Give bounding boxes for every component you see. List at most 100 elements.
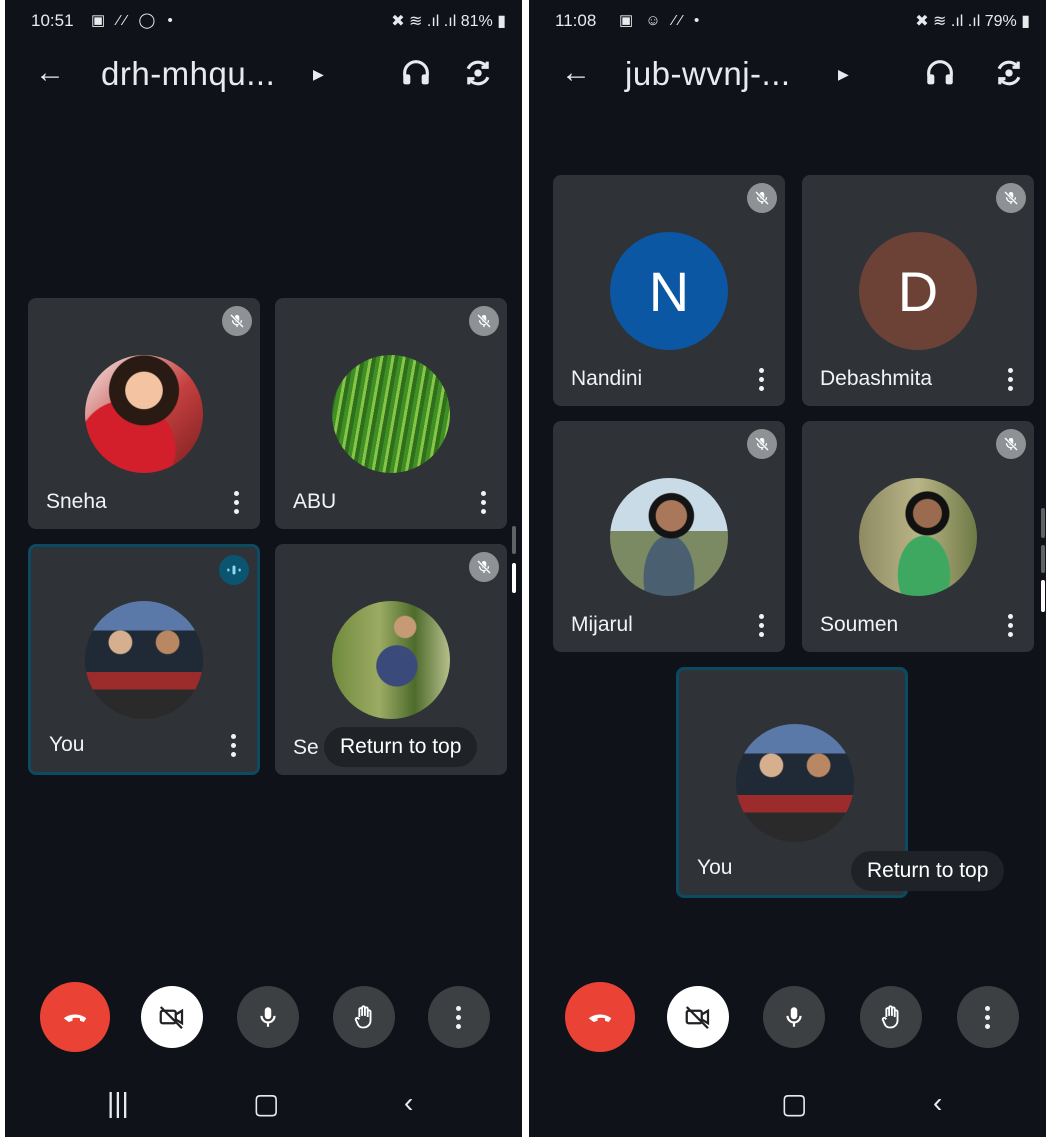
avatar-photo [859, 478, 977, 596]
speaking-indicator-icon [219, 555, 249, 585]
hang-up-icon [588, 1014, 612, 1022]
battery-icon: ▮ [497, 13, 506, 30]
status-bar: 11:08 ▣ ☺ ⁄⁄ • ✖ ≋ .ıl .ıl 79% ▮ [529, 0, 1046, 44]
mic-icon [260, 1007, 276, 1027]
left-screen: 10:51 ▣ ⁄⁄ ◯ • ✖ ≋ .ıl .ıl 81% ▮ ← drh-m… [5, 0, 522, 1137]
microphone-button[interactable] [763, 986, 825, 1048]
microphone-button[interactable] [237, 986, 299, 1048]
system-nav-bar: ||| ▢ ‹ [5, 1077, 522, 1137]
more-options-icon[interactable] [231, 734, 237, 758]
mute-status-icon: ✖ [391, 13, 405, 30]
status-right: ✖ ≋ .ıl .ıl 81% ▮ [391, 11, 506, 31]
participant-name: You [49, 733, 85, 756]
chevron-right-icon[interactable]: ▶ [313, 66, 324, 83]
hand-icon [881, 1005, 899, 1029]
back-arrow-icon[interactable]: ← [35, 56, 65, 90]
participant-tile-soumen[interactable]: Soumen [802, 421, 1034, 652]
back-arrow-icon[interactable]: ← [561, 56, 591, 90]
meeting-title[interactable]: drh-mhqu... [101, 54, 275, 94]
recents-icon[interactable]: ||| [107, 1087, 129, 1119]
wifi-icon: ≋ [409, 13, 423, 30]
participant-tile-nandini[interactable]: N Nandini [553, 175, 785, 406]
scrollbar-thumb[interactable] [512, 563, 516, 593]
participant-tile-sneha[interactable]: Sneha [28, 298, 260, 529]
participant-name: Debashmita [820, 367, 933, 390]
avatar-photo [332, 601, 450, 719]
switch-camera-icon[interactable] [461, 56, 495, 90]
switch-camera-icon[interactable] [992, 56, 1026, 90]
participant-name: Sneha [46, 490, 107, 513]
notification-icons: ▣ ⁄⁄ ◯ • [91, 12, 177, 29]
avatar-photo [85, 601, 203, 719]
hang-up-icon [63, 1014, 87, 1022]
scrollbar-thumb[interactable] [1041, 580, 1045, 612]
avatar-initial: D [859, 232, 977, 350]
status-time: 10:51 [31, 11, 74, 30]
participant-name: Se [293, 736, 319, 759]
right-screen: 11:08 ▣ ☺ ⁄⁄ • ✖ ≋ .ıl .ıl 79% ▮ ← jub-w… [529, 0, 1046, 1137]
avatar-photo [85, 355, 203, 473]
participant-name: Nandini [571, 367, 643, 390]
back-nav-icon[interactable]: ‹ [933, 1087, 942, 1119]
avatar-photo [610, 478, 728, 596]
more-options-icon[interactable] [759, 614, 765, 638]
more-vert-icon [456, 1006, 462, 1029]
signal-icon: .ıl .ıl [950, 13, 981, 30]
status-bar: 10:51 ▣ ⁄⁄ ◯ • ✖ ≋ .ıl .ıl 81% ▮ [5, 0, 522, 44]
battery-percent: 81% [460, 13, 493, 30]
participant-tile-mijarul[interactable]: Mijarul [553, 421, 785, 652]
more-options-icon[interactable] [1008, 614, 1014, 638]
home-icon[interactable]: ▢ [253, 1087, 279, 1120]
participant-tile-abu[interactable]: ABU [275, 298, 507, 529]
mute-status-icon: ✖ [915, 13, 929, 30]
camera-toggle-button[interactable] [667, 986, 729, 1048]
headphones-icon[interactable] [923, 56, 957, 90]
system-nav-bar: ▢ ‹ [529, 1077, 1046, 1137]
scrollbar-track[interactable] [512, 526, 516, 554]
notification-icons: ▣ ☺ ⁄⁄ • [619, 12, 704, 29]
battery-percent: 79% [984, 13, 1017, 30]
participant-tile-debashmita[interactable]: D Debashmita [802, 175, 1034, 406]
wifi-icon: ≋ [933, 13, 947, 30]
back-nav-icon[interactable]: ‹ [404, 1087, 413, 1119]
participant-tile-you[interactable]: You [28, 544, 260, 775]
raise-hand-button[interactable] [860, 986, 922, 1048]
raise-hand-button[interactable] [333, 986, 395, 1048]
avatar-initial: N [610, 232, 728, 350]
mic-icon [786, 1007, 802, 1027]
scrollbar-track-2[interactable] [1041, 545, 1045, 573]
chevron-right-icon[interactable]: ▶ [838, 66, 849, 83]
return-to-top-button[interactable]: Return to top [851, 851, 1005, 891]
home-icon[interactable]: ▢ [781, 1087, 807, 1120]
return-to-top-button[interactable]: Return to top [324, 727, 478, 767]
mic-off-icon [747, 429, 777, 459]
battery-icon: ▮ [1021, 13, 1030, 30]
more-options-icon[interactable] [759, 368, 765, 392]
end-call-button[interactable] [40, 982, 110, 1052]
more-options-icon[interactable] [1008, 368, 1014, 392]
mic-off-icon [996, 183, 1026, 213]
avatar-photo [736, 724, 854, 842]
more-options-button[interactable] [957, 986, 1019, 1048]
call-controls [5, 982, 522, 1058]
more-options-icon[interactable] [234, 491, 240, 515]
participant-name: ABU [293, 490, 337, 513]
camera-toggle-button[interactable] [141, 986, 203, 1048]
end-call-button[interactable] [565, 982, 635, 1052]
more-options-button[interactable] [428, 986, 490, 1048]
scrollbar-track[interactable] [1041, 508, 1045, 538]
participant-name: Soumen [820, 613, 899, 636]
status-time: 11:08 [555, 11, 597, 30]
headphones-icon[interactable] [399, 56, 433, 90]
mic-off-icon [469, 306, 499, 336]
app-bar: ← jub-wvnj-... ▶ [529, 52, 1046, 102]
participant-name: You [697, 856, 733, 879]
hand-icon [354, 1005, 372, 1029]
camera-off-icon [685, 1006, 710, 1030]
mic-off-icon [469, 552, 499, 582]
meeting-title[interactable]: jub-wvnj-... [625, 54, 791, 94]
more-options-icon[interactable] [481, 491, 487, 515]
status-right: ✖ ≋ .ıl .ıl 79% ▮ [915, 11, 1030, 31]
avatar-photo [332, 355, 450, 473]
signal-icon: .ıl .ıl [426, 13, 457, 30]
